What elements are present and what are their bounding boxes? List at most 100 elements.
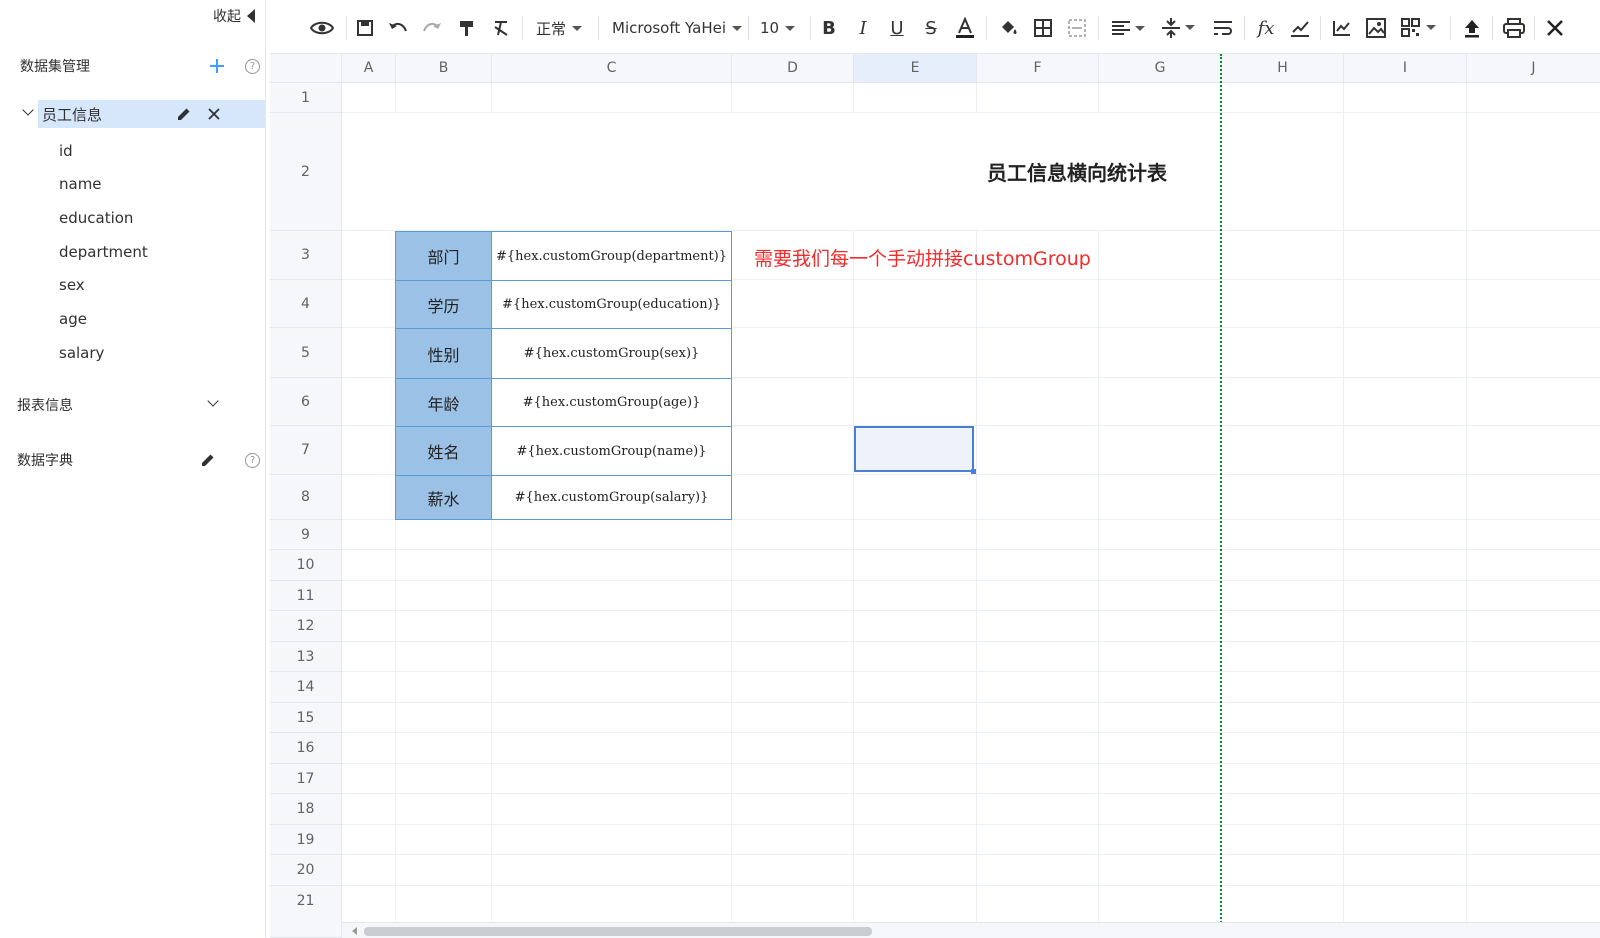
page-break-line xyxy=(1220,54,1222,938)
chart-check-icon[interactable] xyxy=(1288,14,1312,42)
label-cell-name[interactable]: 姓名 xyxy=(395,426,492,476)
label-cell-education[interactable]: 学历 xyxy=(395,280,492,329)
expr-cell-salary[interactable]: #{hex.customGroup(salary)} xyxy=(491,475,732,520)
report-section-chevron-icon[interactable] xyxy=(207,395,219,407)
col-header-b[interactable]: B xyxy=(396,54,492,83)
field-item-department[interactable]: department xyxy=(59,243,148,261)
expr-cell-department[interactable]: #{hex.customGroup(department)} xyxy=(491,231,732,281)
row-header-10[interactable]: 10 xyxy=(270,550,342,581)
strikethrough-icon[interactable]: S xyxy=(920,14,942,42)
border-icon[interactable] xyxy=(1032,14,1054,42)
save-icon[interactable] xyxy=(354,14,376,42)
row-header-2[interactable]: 2 xyxy=(270,113,342,231)
undo-icon[interactable] xyxy=(386,14,410,42)
row-header-4[interactable]: 4 xyxy=(270,280,342,328)
col-header-c[interactable]: C xyxy=(492,54,732,83)
merge-cells-icon[interactable] xyxy=(1066,14,1088,42)
fill-color-icon[interactable] xyxy=(998,14,1020,42)
add-dataset-icon[interactable] xyxy=(210,59,224,73)
grid-corner[interactable] xyxy=(270,54,342,83)
line-chart-icon[interactable] xyxy=(1330,14,1354,42)
col-header-g[interactable]: G xyxy=(1099,54,1222,83)
row-header-3[interactable]: 3 xyxy=(270,231,342,280)
col-header-e[interactable]: E xyxy=(854,54,977,83)
field-item-age[interactable]: age xyxy=(59,310,87,328)
col-header-i[interactable]: I xyxy=(1344,54,1467,83)
scrollbar-thumb[interactable] xyxy=(364,927,872,936)
font-select[interactable]: Microsoft YaHei xyxy=(612,14,742,42)
expr-cell-age[interactable]: #{hex.customGroup(age)} xyxy=(491,378,732,427)
col-header-f[interactable]: F xyxy=(977,54,1099,83)
dataset-expand-chevron-icon[interactable] xyxy=(22,104,34,116)
qrcode-icon[interactable] xyxy=(1400,14,1438,42)
italic-icon[interactable]: I xyxy=(852,14,874,42)
row-header-15[interactable]: 15 xyxy=(270,703,342,733)
row-header-5[interactable]: 5 xyxy=(270,328,342,378)
font-color-icon[interactable] xyxy=(954,14,976,42)
spreadsheet-grid[interactable]: A B C D E F G H I J 1 2 3 4 5 6 7 8 9 10… xyxy=(270,54,1600,938)
align-icon[interactable] xyxy=(1110,14,1146,42)
print-icon[interactable] xyxy=(1502,14,1526,42)
row-header-1[interactable]: 1 xyxy=(270,83,342,113)
row-header-16[interactable]: 16 xyxy=(270,733,342,764)
collapse-button[interactable]: 收起 xyxy=(213,6,255,26)
function-icon[interactable]: fx xyxy=(1254,14,1278,42)
label-cell-department[interactable]: 部门 xyxy=(395,231,492,281)
col-header-j[interactable]: J xyxy=(1467,54,1600,83)
row-header-20[interactable]: 20 xyxy=(270,855,342,886)
row-header-8[interactable]: 8 xyxy=(270,475,342,520)
row-header-18[interactable]: 18 xyxy=(270,794,342,825)
selected-cell-e7[interactable] xyxy=(854,426,974,472)
col-header-h[interactable]: H xyxy=(1222,54,1344,83)
scroll-left-icon[interactable] xyxy=(352,927,357,935)
row-header-17[interactable]: 17 xyxy=(270,764,342,794)
redo-icon[interactable] xyxy=(420,14,444,42)
vertical-align-icon[interactable] xyxy=(1160,14,1196,42)
horizontal-scrollbar[interactable] xyxy=(342,922,1600,938)
expr-cell-sex[interactable]: #{hex.customGroup(sex)} xyxy=(491,328,732,379)
edit-dict-icon[interactable] xyxy=(200,452,216,468)
row-header-9[interactable]: 9 xyxy=(270,520,342,550)
field-item-sex[interactable]: sex xyxy=(59,276,85,294)
row-header-11[interactable]: 11 xyxy=(270,581,342,611)
fill-handle[interactable] xyxy=(971,469,976,474)
field-item-salary[interactable]: salary xyxy=(59,344,104,362)
field-item-name[interactable]: name xyxy=(59,175,102,193)
field-item-id[interactable]: id xyxy=(59,142,73,160)
expr-cell-education[interactable]: #{hex.customGroup(education)} xyxy=(491,280,732,329)
delete-dataset-icon[interactable] xyxy=(207,107,221,121)
row-header-13[interactable]: 13 xyxy=(270,642,342,672)
clear-format-icon[interactable] xyxy=(490,14,512,42)
label-cell-salary[interactable]: 薪水 xyxy=(395,475,492,520)
image-icon[interactable] xyxy=(1364,14,1388,42)
format-painter-icon[interactable] xyxy=(456,14,478,42)
row-header-21[interactable]: 21 xyxy=(270,886,342,938)
preview-icon[interactable] xyxy=(308,14,336,42)
dict-section-title: 数据字典 xyxy=(17,453,73,469)
edit-dataset-icon[interactable] xyxy=(176,106,192,122)
dataset-help-icon[interactable]: ? xyxy=(245,58,260,74)
wrap-text-icon[interactable] xyxy=(1212,14,1234,42)
upload-icon[interactable] xyxy=(1460,14,1484,42)
col-header-a[interactable]: A xyxy=(342,54,396,83)
row-header-7[interactable]: 7 xyxy=(270,426,342,475)
expr-cell-name[interactable]: #{hex.customGroup(name)} xyxy=(491,426,732,476)
label-cell-age[interactable]: 年龄 xyxy=(395,378,492,427)
underline-icon[interactable]: U xyxy=(886,14,908,42)
style-select[interactable]: 正常 xyxy=(536,14,583,42)
note-text[interactable]: 需要我们每一个手动拼接customGroup xyxy=(754,243,1154,271)
row-header-19[interactable]: 19 xyxy=(270,825,342,855)
bold-icon[interactable]: B xyxy=(818,14,840,42)
dataset-item[interactable]: 员工信息 xyxy=(38,100,265,128)
report-title-cell[interactable]: 员工信息横向统计表 xyxy=(342,113,1600,230)
close-icon[interactable] xyxy=(1544,14,1566,42)
col-header-d[interactable]: D xyxy=(732,54,854,83)
row-header-12[interactable]: 12 xyxy=(270,611,342,642)
label-cell-sex[interactable]: 性别 xyxy=(395,328,492,379)
dict-help-icon[interactable]: ? xyxy=(245,452,260,468)
field-item-education[interactable]: education xyxy=(59,209,133,227)
report-section-header[interactable]: 报表信息 xyxy=(0,393,266,417)
font-size-select[interactable]: 10 xyxy=(760,14,796,42)
row-header-14[interactable]: 14 xyxy=(270,672,342,703)
row-header-6[interactable]: 6 xyxy=(270,378,342,426)
